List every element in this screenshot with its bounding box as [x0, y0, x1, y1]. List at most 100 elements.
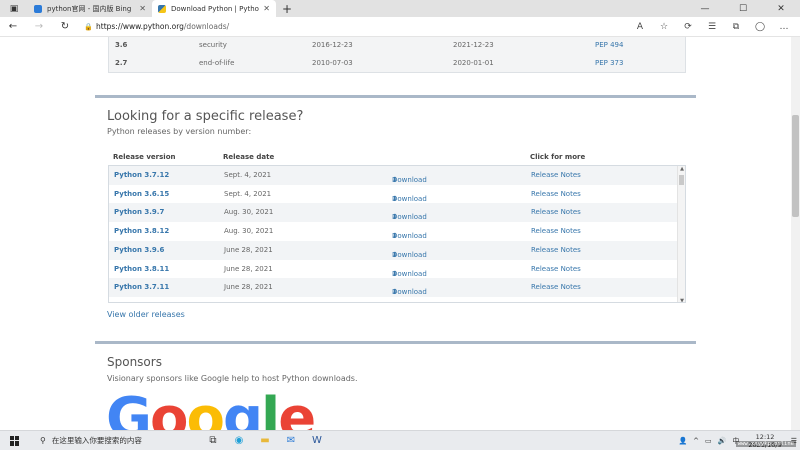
new-tab-button[interactable]: +	[276, 0, 298, 17]
download-label: Download	[392, 250, 427, 259]
network-icon[interactable]: ▭	[705, 437, 712, 445]
google-logo[interactable]: Google	[106, 386, 316, 431]
release-list-scrollbar[interactable]: ▲ ▼	[677, 166, 685, 302]
release-row: Python 3.9.6 June 28, 2021 ⬇ Download Releas…	[109, 240, 679, 260]
release-row: Python 3.6.14June 28, 2021⬇DownloadRelea…	[109, 297, 679, 303]
download-label: Download	[392, 269, 427, 278]
release-notes-link[interactable]: Release Notes	[531, 246, 581, 254]
status-cell: security	[199, 41, 227, 49]
release-date: Aug. 30, 2021	[224, 208, 274, 217]
tab-python-downloads[interactable]: Download Python | Python.org ✕	[152, 0, 276, 17]
sponsors-subtitle: Visionary sponsors like Google help to h…	[107, 374, 358, 383]
collections-icon[interactable]: ⧉	[724, 22, 748, 32]
release-row: Python 3.9.7 Aug. 30, 2021 ⬇ Download Releas…	[109, 203, 679, 223]
watermark-text: www.xxyykp.online	[735, 441, 796, 447]
release-date: Sept. 4, 2021	[224, 189, 272, 198]
task-view-icon[interactable]: ⧉	[200, 431, 226, 450]
header-date: Release date	[223, 153, 275, 161]
release-notes-link[interactable]: Release Notes	[531, 171, 581, 179]
release-date: June 28, 2021	[224, 264, 273, 273]
table-row: 2.7 end-of-life 2010-07-03 2020-01-01 PE…	[109, 55, 687, 73]
show-hidden-icons-icon[interactable]: ^	[693, 437, 699, 445]
mail-icon[interactable]: ✉	[278, 431, 304, 450]
logo-letter: g	[222, 386, 263, 431]
profile-icon[interactable]: ◯	[748, 22, 772, 32]
refresh-icon[interactable]: ↻	[52, 17, 78, 37]
taskbar-search[interactable]: ⚲ 在这里输入你要搜索的内容	[30, 431, 200, 450]
release-row: Python 3.7.11 June 28, 2021 ⬇ Download Relea…	[109, 278, 679, 298]
logo-letter: G	[106, 386, 152, 431]
close-window-icon[interactable]: ✕	[762, 0, 800, 17]
tab-strip: ▣ python官网 - 国内版 Bing ✕ Download Python …	[0, 0, 800, 17]
scroll-down-arrow-icon[interactable]: ▼	[678, 298, 685, 302]
close-tab-icon[interactable]: ✕	[139, 4, 146, 13]
page-scroll-thumb[interactable]	[792, 115, 799, 217]
word-icon[interactable]: W	[304, 431, 330, 450]
logo-letter: l	[261, 386, 280, 431]
release-notes-link[interactable]: Release Notes	[531, 208, 581, 216]
tab-bing[interactable]: python官网 - 国内版 Bing ✕	[28, 0, 152, 17]
edge-browser-icon[interactable]: ◉	[226, 431, 252, 450]
download-label: Download	[392, 288, 427, 297]
page-content: 3.6 security 2016-12-23 2021-12-23 PEP 4…	[0, 37, 800, 430]
extensions-icon[interactable]: ⟳	[676, 22, 700, 32]
browser-toolbar: ← → ↻ 🔒 https://www.python.org/downloads…	[0, 17, 800, 37]
clock-time: 12:12	[755, 432, 775, 441]
release-notes-link[interactable]: Release Notes	[531, 283, 581, 291]
release-version-link[interactable]: Python 3.8.12	[114, 227, 169, 235]
favorites-list-icon[interactable]: ☰	[700, 22, 724, 32]
logo-letter: o	[149, 386, 189, 431]
start-button[interactable]	[0, 431, 30, 450]
page-scrollbar[interactable]	[791, 37, 800, 430]
release-version-link[interactable]: Python 3.9.6	[114, 246, 164, 254]
maximize-icon[interactable]: ☐	[724, 0, 762, 17]
tab-actions-icon[interactable]: ▣	[0, 0, 28, 17]
pep-link[interactable]: PEP 494	[595, 41, 623, 49]
close-tab-icon[interactable]: ✕	[263, 4, 270, 13]
release-row: Python 3.8.11 June 28, 2021 ⬇ Download Relea…	[109, 260, 679, 279]
release-version-link[interactable]: Python 3.9.7	[114, 208, 164, 216]
url-host: https://www.python.org	[96, 22, 184, 31]
release-date: June 28, 2021	[224, 283, 273, 292]
release-notes-link[interactable]: Release Notes	[531, 302, 581, 303]
more-menu-icon[interactable]: …	[772, 22, 796, 32]
volume-icon[interactable]: 🔊	[718, 437, 727, 445]
release-list[interactable]: Python 3.7.12 Sept. 4, 2021 ⬇ Download Relea…	[108, 165, 686, 303]
release-notes-link[interactable]: Release Notes	[531, 190, 581, 198]
read-aloud-icon[interactable]: A	[628, 22, 652, 32]
header-version: Release version	[113, 153, 176, 161]
window-controls: — ☐ ✕	[686, 0, 800, 17]
section-divider	[95, 341, 696, 344]
address-bar[interactable]: 🔒 https://www.python.org/downloads/	[84, 19, 604, 34]
release-date: June 28, 2021	[224, 302, 273, 303]
back-arrow-icon[interactable]: ←	[0, 17, 26, 37]
lock-icon: 🔒	[84, 22, 93, 31]
tab-label: Download Python | Python.org	[171, 4, 259, 13]
release-version-link[interactable]: Python 3.7.12	[114, 171, 169, 179]
people-icon[interactable]: 👤	[678, 437, 687, 445]
release-version-link[interactable]: Python 3.8.11	[114, 265, 169, 273]
download-label: Download	[392, 232, 427, 241]
release-notes-link[interactable]: Release Notes	[531, 227, 581, 235]
release-row: Python 3.6.15 Sept. 4, 2021 ⬇ Download Relea…	[109, 185, 679, 204]
version-cell: 2.7	[115, 59, 128, 67]
release-version-link[interactable]: Python 3.6.15	[114, 190, 169, 198]
taskbar: ⚲ 在这里输入你要搜索的内容 ⧉ ◉ ▬ ✉ W 👤 ^ ▭ 🔊 中 12:12…	[0, 430, 800, 450]
download-label: Download	[392, 213, 427, 222]
release-version-link[interactable]: Python 3.7.11	[114, 283, 169, 291]
version-status-table: 3.6 security 2016-12-23 2021-12-23 PEP 4…	[108, 37, 686, 73]
minimize-icon[interactable]: —	[686, 0, 724, 17]
file-explorer-icon[interactable]: ▬	[252, 431, 278, 450]
scroll-thumb[interactable]	[679, 175, 684, 185]
release-notes-link[interactable]: Release Notes	[531, 265, 581, 273]
release-version-link[interactable]: Python 3.6.14	[114, 302, 169, 303]
forward-arrow-icon[interactable]: →	[26, 17, 52, 37]
pep-link[interactable]: PEP 373	[595, 59, 623, 67]
scroll-up-arrow-icon[interactable]: ▲	[678, 166, 685, 172]
favorite-star-icon[interactable]: ☆	[652, 22, 676, 32]
bing-favicon-icon	[34, 4, 42, 13]
releases-subtitle: Python releases by version number:	[107, 127, 252, 136]
release-row: Python 3.8.12 Aug. 30, 2021 ⬇ Download Relea…	[109, 222, 679, 241]
view-older-releases-link[interactable]: View older releases	[107, 310, 185, 319]
taskbar-search-placeholder: 在这里输入你要搜索的内容	[51, 436, 142, 445]
